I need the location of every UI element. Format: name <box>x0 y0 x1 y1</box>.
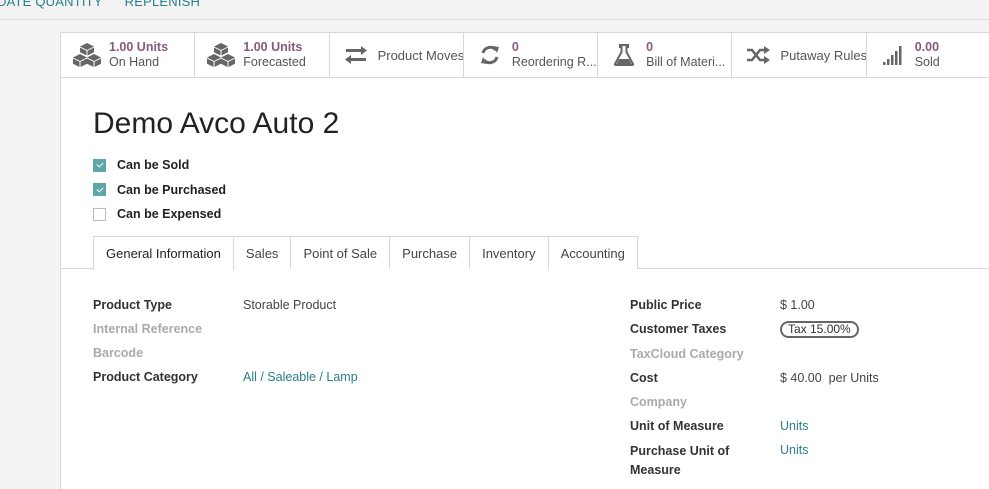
on-hand-button[interactable]: 1.00 Units On Hand <box>61 33 196 77</box>
cubes-icon <box>207 41 236 69</box>
field-row: Product Category All / Saleable / Lamp <box>93 369 358 393</box>
tax-tag[interactable]: Tax 15.00% <box>780 321 859 338</box>
can-be-purchased-checkbox[interactable] <box>93 183 106 197</box>
putaway-rules-button[interactable]: Putaway Rules <box>732 33 867 77</box>
replenish-button[interactable]: REPLENISH <box>125 0 201 14</box>
putaway-rules-label: Putaway Rules <box>780 47 867 63</box>
field-row: Company <box>630 394 879 418</box>
can-be-sold-row: Can be Sold <box>93 153 226 178</box>
bom-value: 0 <box>646 40 654 54</box>
purchase-uom-link[interactable]: Units <box>780 442 808 458</box>
unit-of-measure-label: Unit of Measure <box>630 419 724 433</box>
refresh-icon <box>476 41 504 69</box>
company-label: Company <box>630 395 687 409</box>
tab-accounting[interactable]: Accounting <box>548 236 638 269</box>
random-icon <box>744 41 772 69</box>
field-row: Unit of Measure Units <box>630 418 879 442</box>
product-type-label: Product Type <box>93 298 172 312</box>
sold-value: 0.00 <box>914 40 940 54</box>
field-row: Cost $ 40.00 per Units <box>630 370 879 394</box>
notebook-tabs: General Information Sales Point of Sale … <box>61 236 989 270</box>
form-sheet: 1.00 Units On Hand 1.00 Units Forecasted P… <box>60 32 989 489</box>
field-row: TaxCloud Category <box>630 346 879 370</box>
forecasted-button[interactable]: 1.00 Units Forecasted <box>195 33 330 77</box>
field-row: Barcode <box>93 345 358 369</box>
tab-point-of-sale[interactable]: Point of Sale <box>291 236 391 269</box>
product-category-link[interactable]: All / Saleable / Lamp <box>243 369 358 385</box>
reordering-rules-button[interactable]: 0 Reordering R... <box>464 33 599 77</box>
cost-field[interactable]: $ 40.00 <box>780 371 822 385</box>
sold-label: Sold <box>914 55 940 69</box>
barcode-label: Barcode <box>93 346 144 360</box>
top-action-bar: DATE QUANTITY REPLENISH <box>0 0 200 14</box>
taxcloud-category-label: TaxCloud Category <box>630 347 744 361</box>
tab-purchase[interactable]: Purchase <box>390 236 471 269</box>
field-row: Product Type Storable Product <box>93 297 358 321</box>
field-row: Public Price $ 1.00 <box>630 297 879 321</box>
internal-reference-label: Internal Reference <box>93 322 203 336</box>
sold-button[interactable]: 0.00 Sold <box>867 33 989 77</box>
can-be-expensed-checkbox[interactable] <box>93 207 106 221</box>
flask-icon <box>610 41 638 69</box>
field-row: Internal Reference <box>93 321 358 345</box>
left-field-group: Product Type Storable Product Internal R… <box>93 297 358 393</box>
bom-label: Bill of Materi... <box>646 55 726 69</box>
purchase-uom-label: Purchase Unit of Measure <box>630 444 730 477</box>
signal-icon <box>879 41 907 69</box>
unit-of-measure-link[interactable]: Units <box>780 418 808 434</box>
product-category-label: Product Category <box>93 370 198 384</box>
forecasted-value: 1.00 Units <box>243 40 303 54</box>
forecasted-label: Forecasted <box>243 55 306 69</box>
on-hand-label: On Hand <box>109 55 160 69</box>
cost-label: Cost <box>630 371 658 385</box>
product-moves-label: Product Moves <box>377 47 464 63</box>
field-row: Customer Taxes Tax 15.00% <box>630 321 879 346</box>
product-name[interactable]: Demo Avco Auto 2 <box>93 107 339 141</box>
public-price-field[interactable]: $ 1.00 <box>780 297 815 313</box>
can-be-purchased-label: Can be Purchased <box>117 182 227 197</box>
can-be-sold-label: Can be Sold <box>117 158 190 173</box>
exchange-icon <box>342 41 370 69</box>
right-field-group: Public Price $ 1.00 Customer Taxes Tax 1… <box>630 297 879 480</box>
public-price-label: Public Price <box>630 298 702 312</box>
product-flags: Can be Sold Can be Purchased Can be Expe… <box>93 153 226 227</box>
can-be-sold-checkbox[interactable] <box>93 158 106 172</box>
top-divider <box>0 19 989 20</box>
product-moves-button[interactable]: Product Moves <box>330 33 464 77</box>
on-hand-value: 1.00 Units <box>109 40 169 54</box>
tab-general-information[interactable]: General Information <box>93 236 234 270</box>
cubes-icon <box>73 41 101 69</box>
can-be-expensed-label: Can be Expensed <box>117 207 222 222</box>
cost-unit: per Units <box>828 371 879 385</box>
reordering-value: 0 <box>511 40 519 54</box>
tab-sales[interactable]: Sales <box>233 236 292 269</box>
reordering-label: Reordering R... <box>511 55 597 69</box>
customer-taxes-label: Customer Taxes <box>630 322 727 336</box>
field-row: Purchase Unit of Measure Units <box>630 442 879 480</box>
update-quantity-button[interactable]: DATE QUANTITY <box>0 0 103 14</box>
product-type-field[interactable]: Storable Product <box>243 297 336 313</box>
smart-button-row: 1.00 Units On Hand 1.00 Units Forecasted P… <box>61 33 989 78</box>
can-be-purchased-row: Can be Purchased <box>93 178 226 203</box>
bill-of-materials-button[interactable]: 0 Bill of Materi... <box>598 33 733 77</box>
can-be-expensed-row: Can be Expensed <box>93 202 226 227</box>
tab-inventory[interactable]: Inventory <box>470 236 549 269</box>
